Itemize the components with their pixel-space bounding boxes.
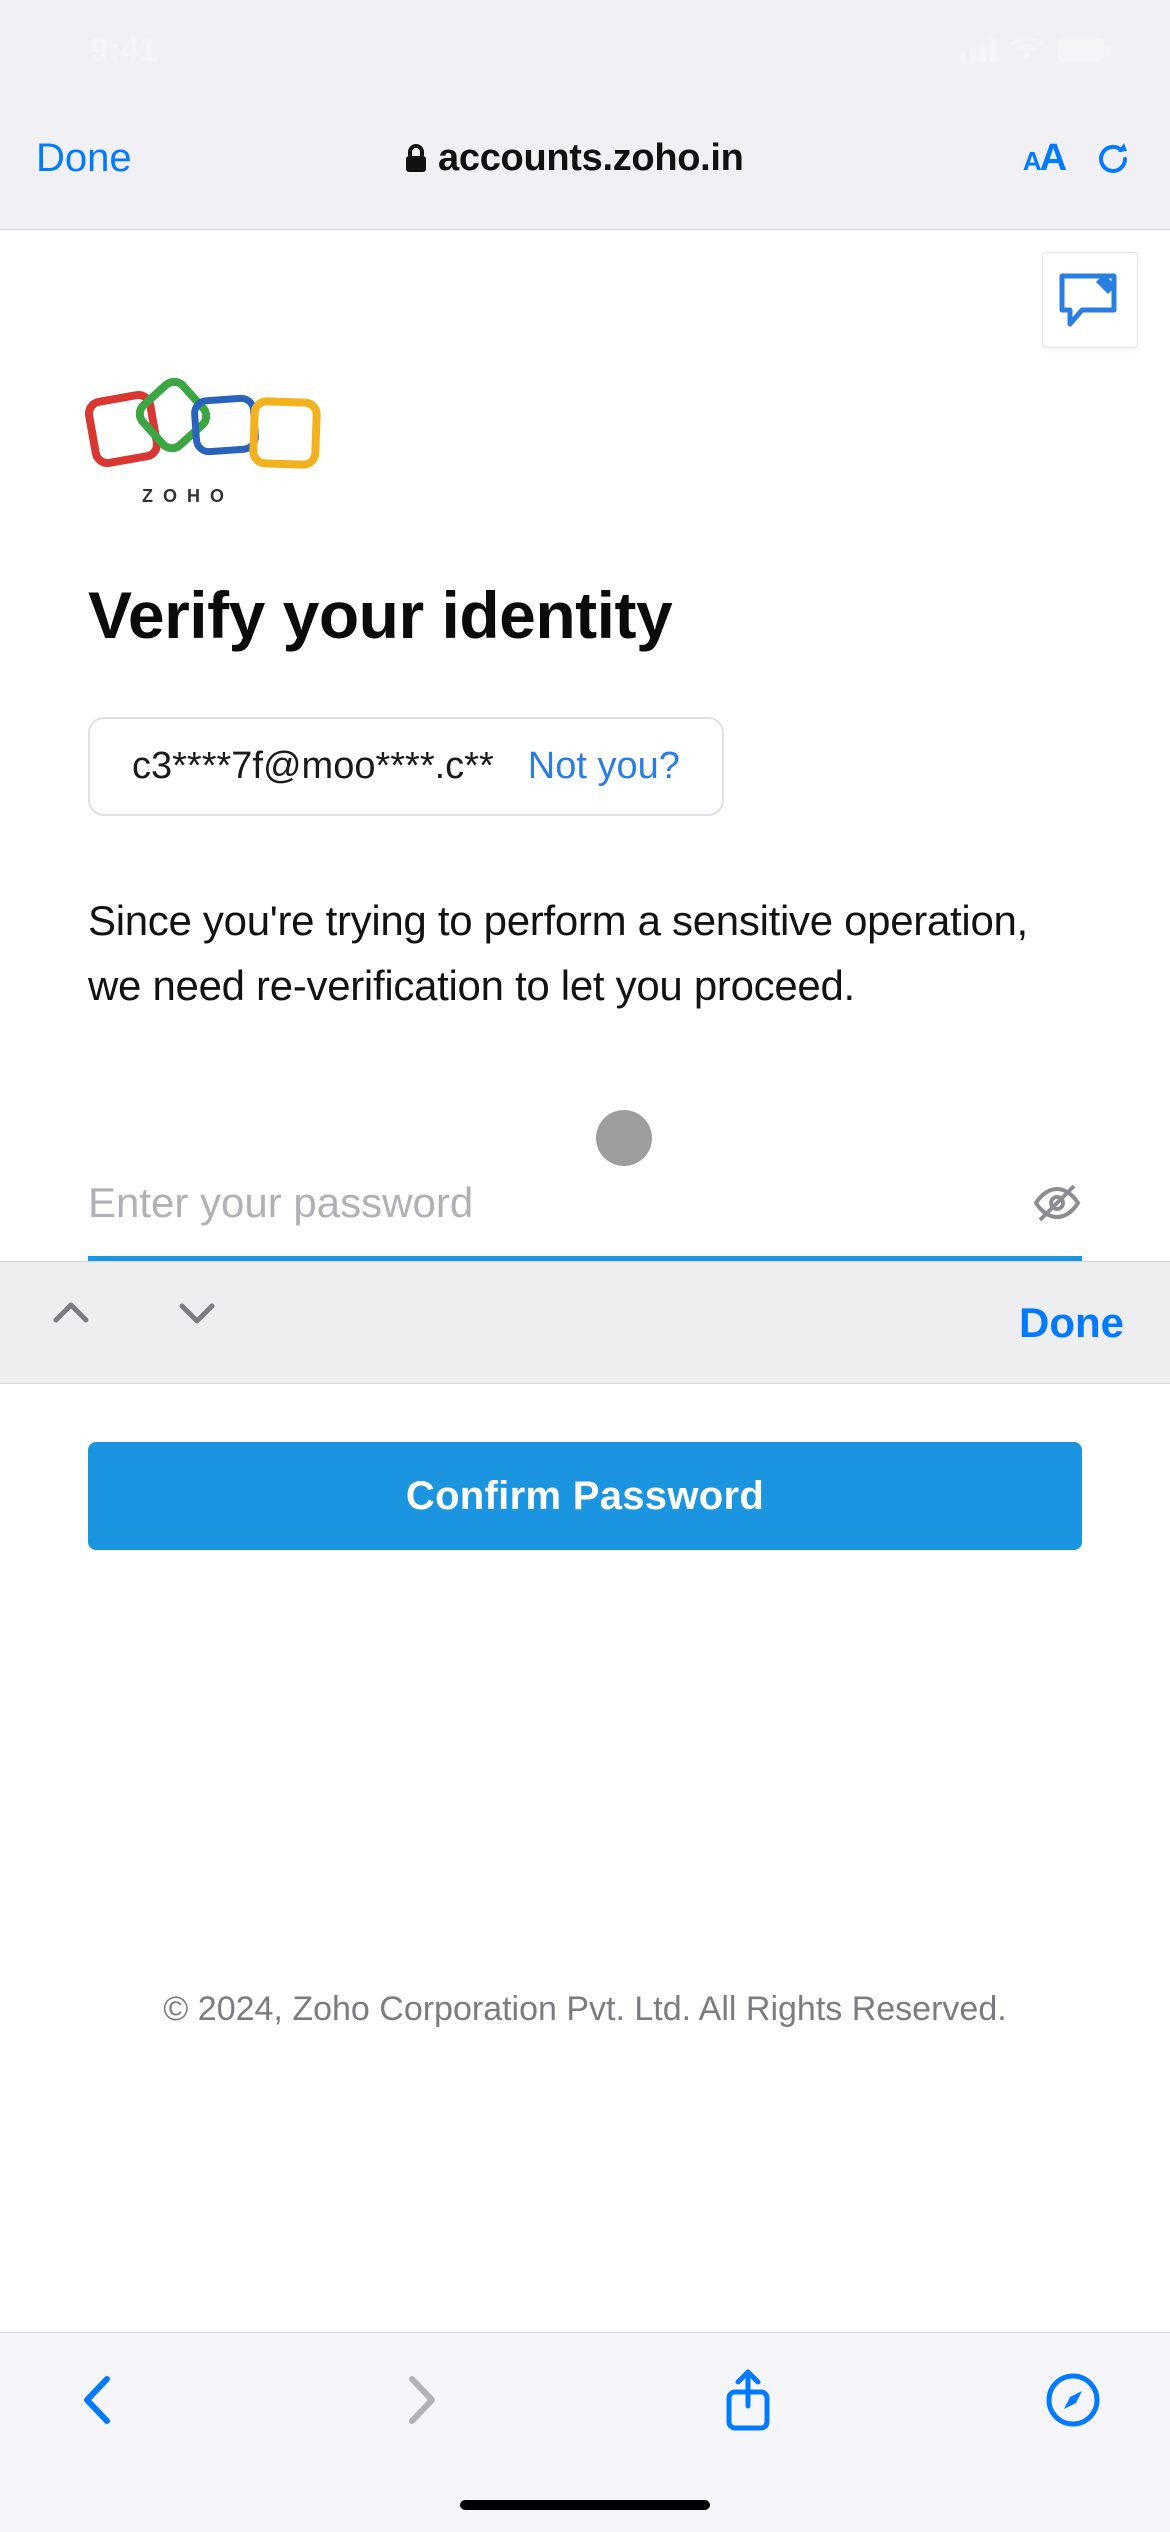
safari-share-button[interactable] <box>719 2371 777 2429</box>
keyboard-done-button[interactable]: Done <box>1019 1299 1124 1347</box>
chevron-right-icon <box>402 2373 442 2427</box>
safari-url-text: accounts.zoho.in <box>438 137 744 180</box>
safari-top-bar: Done accounts.zoho.in AA <box>0 100 1170 230</box>
safari-icon <box>1046 2373 1100 2427</box>
lock-icon <box>404 144 428 174</box>
safari-forward-button[interactable] <box>393 2371 451 2429</box>
chevron-up-icon <box>46 1288 96 1338</box>
zoho-logo: ZOHO <box>88 230 1082 507</box>
safari-back-button[interactable] <box>68 2371 126 2429</box>
keyboard-next-field-button[interactable] <box>172 1288 242 1358</box>
ios-status-bar: 9:41 <box>0 0 1170 100</box>
keyboard-accessory-bar: Done <box>0 1261 1170 1384</box>
logo-square-yellow <box>249 397 321 469</box>
safari-open-in-safari-button[interactable] <box>1044 2371 1102 2429</box>
safari-done-button[interactable]: Done <box>36 136 138 181</box>
safari-text-size-button[interactable]: AA <box>1010 137 1080 180</box>
battery-icon <box>1058 38 1110 62</box>
chevron-left-icon <box>77 2373 117 2427</box>
share-icon <box>723 2368 773 2432</box>
toggle-password-visibility-button[interactable] <box>1032 1178 1082 1228</box>
safari-reload-button[interactable] <box>1092 138 1134 180</box>
password-input[interactable] <box>88 1179 1020 1227</box>
keyboard-prev-field-button[interactable] <box>46 1288 116 1358</box>
email-masked-text: c3****7f@moo****.c** <box>132 745 494 788</box>
feedback-button[interactable] <box>1042 252 1138 348</box>
email-chip: c3****7f@moo****.c** Not you? <box>88 717 724 816</box>
explain-text: Since you're trying to perform a sensiti… <box>88 816 1082 1018</box>
page-title: Verify your identity <box>88 507 1082 653</box>
feedback-icon <box>1058 272 1122 328</box>
logo-brand-text: ZOHO <box>88 480 1082 507</box>
home-indicator <box>460 2500 710 2510</box>
wifi-icon <box>1010 38 1044 62</box>
not-you-link[interactable]: Not you? <box>528 745 680 788</box>
eye-off-icon <box>1032 1178 1082 1228</box>
copyright-text: © 2024, Zoho Corporation Pvt. Ltd. All R… <box>88 1550 1082 2029</box>
status-time: 9:41 <box>90 31 158 70</box>
page-content: ZOHO Verify your identity c3****7f@moo**… <box>0 230 1170 2029</box>
chevron-down-icon <box>172 1288 222 1338</box>
assistive-touch-indicator <box>596 1110 652 1166</box>
cellular-icon <box>960 38 996 62</box>
password-field-wrap <box>88 1158 1082 1261</box>
confirm-password-button[interactable]: Confirm Password <box>88 1442 1082 1550</box>
